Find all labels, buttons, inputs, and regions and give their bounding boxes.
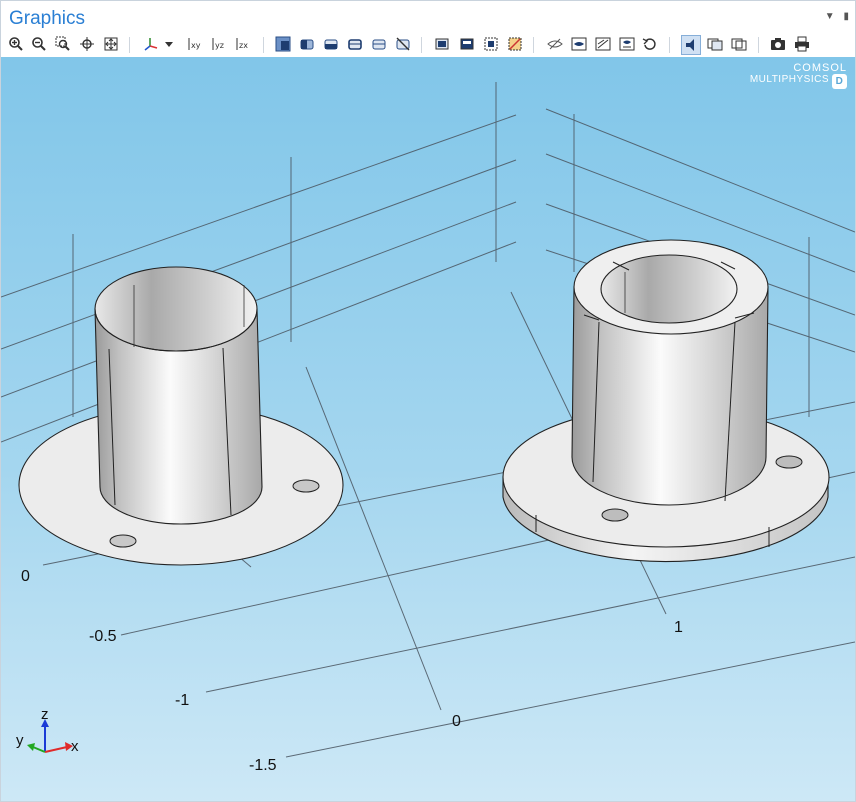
svg-text:yz: yz bbox=[215, 41, 224, 50]
comsol-logo: COMSOL MULTIPHYSICS D bbox=[750, 63, 847, 89]
zoom-box-icon[interactable] bbox=[54, 35, 72, 53]
grid-icon[interactable] bbox=[730, 35, 748, 53]
go-to-yz-view-icon[interactable]: yz bbox=[210, 35, 228, 53]
coordinate-triad: z y x bbox=[16, 707, 79, 755]
view-show-icon[interactable] bbox=[570, 35, 588, 53]
graphics-window: Graphics ▼ ▮ xy yz zx 0 -0.5 -1 -1.5 0 1… bbox=[0, 0, 856, 802]
dropdown-arrow-icon[interactable] bbox=[163, 35, 175, 53]
select-domains-icon[interactable] bbox=[298, 35, 316, 53]
svg-text:xy: xy bbox=[191, 41, 201, 50]
zoom-out-icon[interactable] bbox=[30, 35, 48, 53]
tick-label: -1 bbox=[175, 692, 189, 709]
select-points-icon[interactable] bbox=[370, 35, 388, 53]
clear-hide-icon[interactable] bbox=[506, 35, 524, 53]
reset-view-icon[interactable] bbox=[641, 35, 659, 53]
build-all-icon[interactable] bbox=[433, 35, 451, 53]
tick-label: -0.5 bbox=[89, 628, 117, 645]
scene-light-icon[interactable] bbox=[681, 35, 701, 55]
zoom-in-icon[interactable] bbox=[7, 35, 25, 53]
window-controls: ▼ ▮ bbox=[819, 11, 849, 22]
zoom-selected-icon[interactable] bbox=[78, 35, 96, 53]
go-to-zx-view-icon[interactable]: zx bbox=[234, 35, 252, 53]
transparency-icon[interactable] bbox=[618, 35, 636, 53]
select-edges-icon[interactable] bbox=[346, 35, 364, 53]
graphics-toolbar: xy yz zx bbox=[1, 33, 855, 57]
zoom-extents-icon[interactable] bbox=[102, 35, 120, 53]
triad-x-label: x bbox=[71, 738, 79, 755]
3d-scene: 0 -0.5 -1 -1.5 0 1 bbox=[1, 82, 855, 774]
go-to-xy-view-icon[interactable]: xy bbox=[186, 35, 204, 53]
print-icon[interactable] bbox=[793, 35, 811, 53]
tick-label: -1.5 bbox=[249, 757, 277, 774]
axis-tick-labels: 0 -0.5 -1 -1.5 0 1 bbox=[21, 568, 683, 774]
render-mode-icon[interactable] bbox=[706, 35, 724, 53]
triad-y-label: y bbox=[16, 732, 24, 749]
build-selected-icon[interactable] bbox=[458, 35, 476, 53]
tick-label: 1 bbox=[674, 619, 683, 636]
tick-label: 0 bbox=[452, 713, 461, 730]
hide-selected-icon[interactable] bbox=[482, 35, 500, 53]
svg-text:zx: zx bbox=[239, 41, 248, 50]
select-boxes-icon[interactable] bbox=[274, 35, 292, 53]
pin-icon[interactable]: ▮ bbox=[843, 11, 849, 22]
tick-label: 0 bbox=[21, 568, 30, 585]
wireframe-icon[interactable] bbox=[594, 35, 612, 53]
image-snapshot-icon[interactable] bbox=[769, 35, 787, 53]
graphics-canvas[interactable]: 0 -0.5 -1 -1.5 0 1 COMSOL MULTIPHYSICS D … bbox=[1, 57, 855, 801]
window-menu-icon[interactable]: ▼ bbox=[825, 11, 835, 22]
title-bar: Graphics ▼ ▮ bbox=[1, 1, 855, 33]
window-title: Graphics bbox=[9, 8, 86, 29]
logo-line1: COMSOL bbox=[793, 62, 847, 74]
triad-z-label: z bbox=[41, 707, 49, 723]
logo-line2: MULTIPHYSICS bbox=[749, 74, 829, 85]
view-axes-icon[interactable] bbox=[142, 35, 160, 53]
logo-badge: D bbox=[832, 74, 847, 89]
hide-show-icon[interactable] bbox=[546, 35, 564, 53]
select-boundaries-icon[interactable] bbox=[322, 35, 340, 53]
clear-selection-icon[interactable] bbox=[394, 35, 412, 53]
